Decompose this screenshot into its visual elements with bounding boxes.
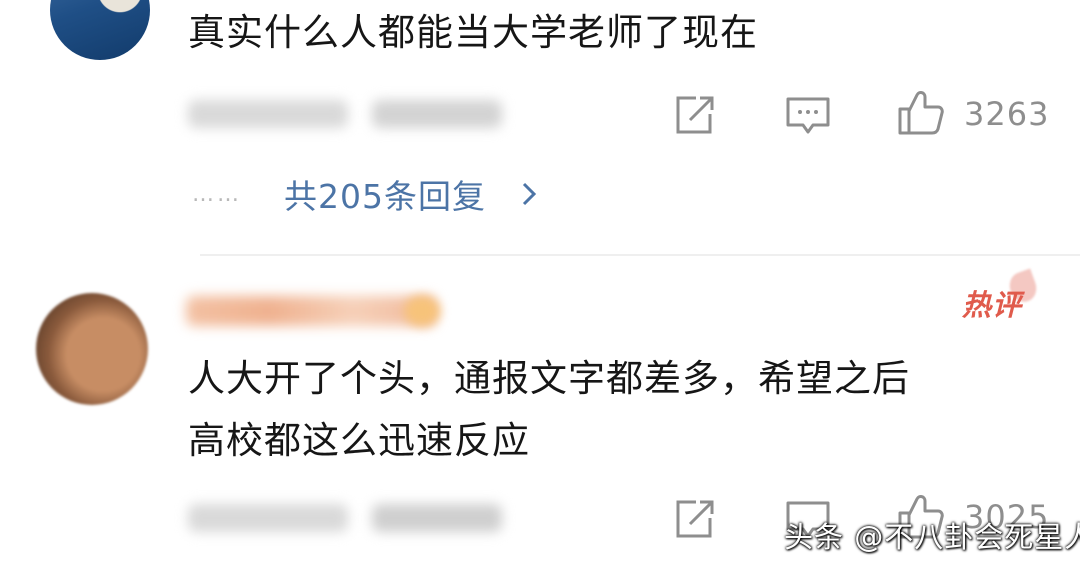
- like-icon[interactable]: [896, 90, 946, 136]
- watermark: 头条 @不八卦会死星人: [784, 520, 1080, 554]
- avatar[interactable]: [36, 293, 148, 405]
- divider: [200, 254, 1080, 256]
- chevron-right-icon[interactable]: [518, 176, 540, 212]
- like-count: 3263: [964, 95, 1050, 133]
- comment-icon[interactable]: [785, 96, 831, 136]
- user-badge-icon: [404, 296, 440, 326]
- share-icon[interactable]: [672, 498, 716, 540]
- comment-text-line1: 人大开了个头，通报文字都差多，希望之后: [188, 357, 910, 400]
- comment-source-blurred: [372, 100, 502, 128]
- comment-source-blurred: [372, 504, 502, 532]
- hot-comment-badge: 热评: [962, 288, 1023, 322]
- comment-time-blurred: [188, 100, 348, 128]
- avatar[interactable]: [50, 0, 150, 60]
- comment-time-blurred: [188, 504, 348, 532]
- ellipsis: ……: [192, 182, 242, 207]
- comment-text-line2: 高校都这么迅速反应: [188, 419, 530, 462]
- share-icon[interactable]: [672, 94, 716, 136]
- view-replies-link[interactable]: 共205条回复: [284, 170, 486, 218]
- comment-text: 真实什么人都能当大学老师了现在: [188, 11, 758, 54]
- username-blurred[interactable]: [186, 296, 436, 326]
